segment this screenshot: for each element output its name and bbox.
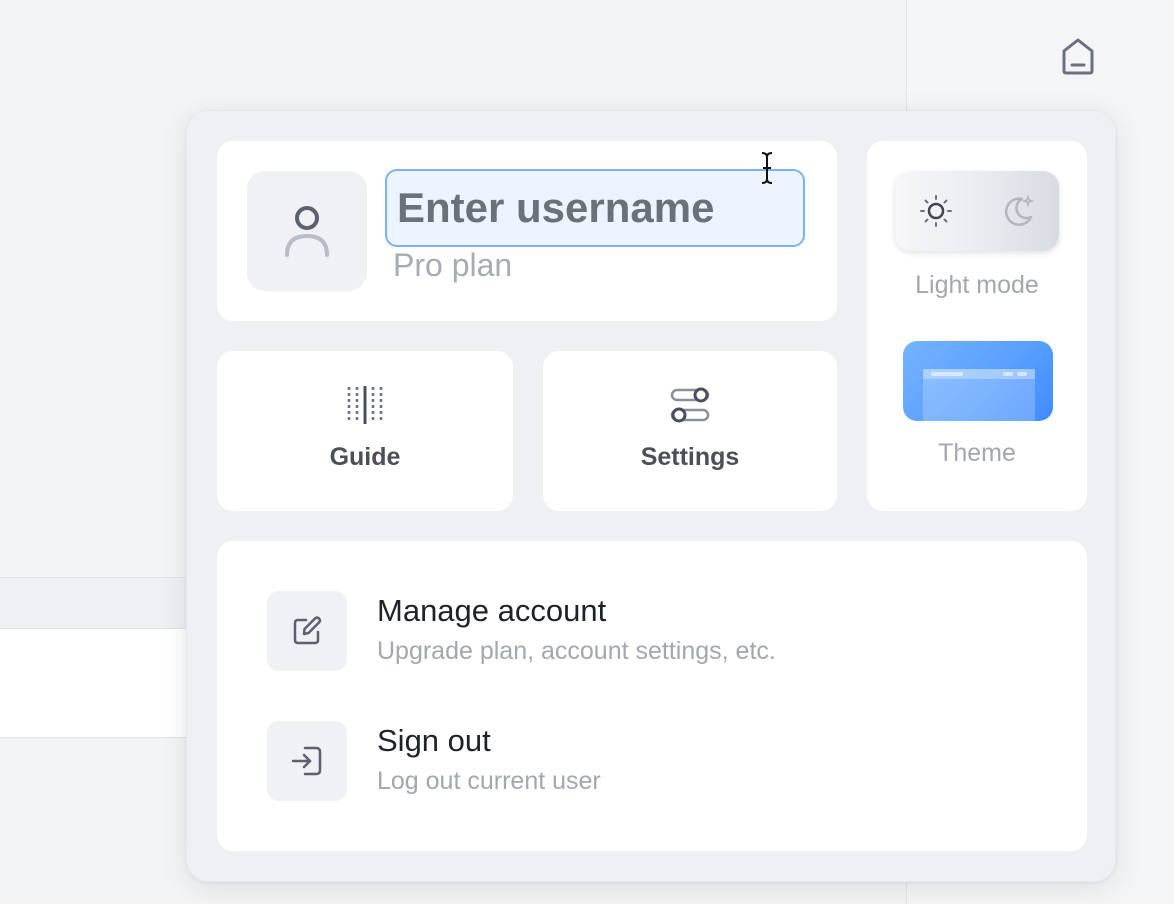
mode-label: Light mode bbox=[915, 271, 1039, 299]
home-icon bbox=[1062, 38, 1094, 75]
theme-label: Theme bbox=[938, 439, 1016, 467]
manage-account-title: Manage account bbox=[377, 593, 607, 628]
guide-label: Guide bbox=[329, 443, 401, 471]
guide-button[interactable]: Guide bbox=[217, 351, 513, 511]
user-menu-popover: Pro plan Guide Settings bbox=[186, 110, 1116, 882]
account-actions-card: Manage account Upgrade plan, account set… bbox=[217, 541, 1087, 851]
edit-icon-box bbox=[267, 591, 347, 671]
edit-icon bbox=[293, 616, 322, 645]
sign-out-title: Sign out bbox=[377, 723, 491, 758]
light-dark-toggle[interactable] bbox=[895, 171, 1059, 251]
toggles-icon bbox=[670, 387, 710, 423]
avatar[interactable] bbox=[247, 171, 367, 291]
theme-window-control bbox=[1017, 372, 1027, 376]
profile-card: Pro plan bbox=[217, 141, 837, 321]
theme-preview-button[interactable] bbox=[903, 341, 1053, 421]
sun-icon bbox=[920, 195, 952, 227]
user-icon bbox=[285, 206, 329, 257]
settings-label: Settings bbox=[640, 443, 740, 471]
sign-out-icon-box bbox=[267, 721, 347, 801]
username-input[interactable] bbox=[385, 169, 805, 247]
manage-account-subtitle: Upgrade plan, account settings, etc. bbox=[377, 637, 776, 665]
theme-window-title bbox=[931, 372, 963, 376]
background-input-area bbox=[0, 628, 200, 738]
appearance-card: Light mode Theme bbox=[867, 141, 1087, 511]
manage-account-item[interactable]: Manage account Upgrade plan, account set… bbox=[267, 591, 1047, 671]
sign-out-item[interactable]: Sign out Log out current user bbox=[267, 721, 1047, 801]
text-cursor-icon bbox=[761, 152, 773, 184]
theme-window-control bbox=[1003, 372, 1013, 376]
sign-out-subtitle: Log out current user bbox=[377, 767, 601, 795]
settings-button[interactable]: Settings bbox=[543, 351, 837, 511]
sign-out-icon bbox=[291, 746, 322, 776]
home-button[interactable] bbox=[1054, 32, 1102, 80]
guide-icon bbox=[347, 386, 383, 424]
moon-icon bbox=[1004, 194, 1035, 226]
plan-label: Pro plan bbox=[393, 247, 513, 283]
